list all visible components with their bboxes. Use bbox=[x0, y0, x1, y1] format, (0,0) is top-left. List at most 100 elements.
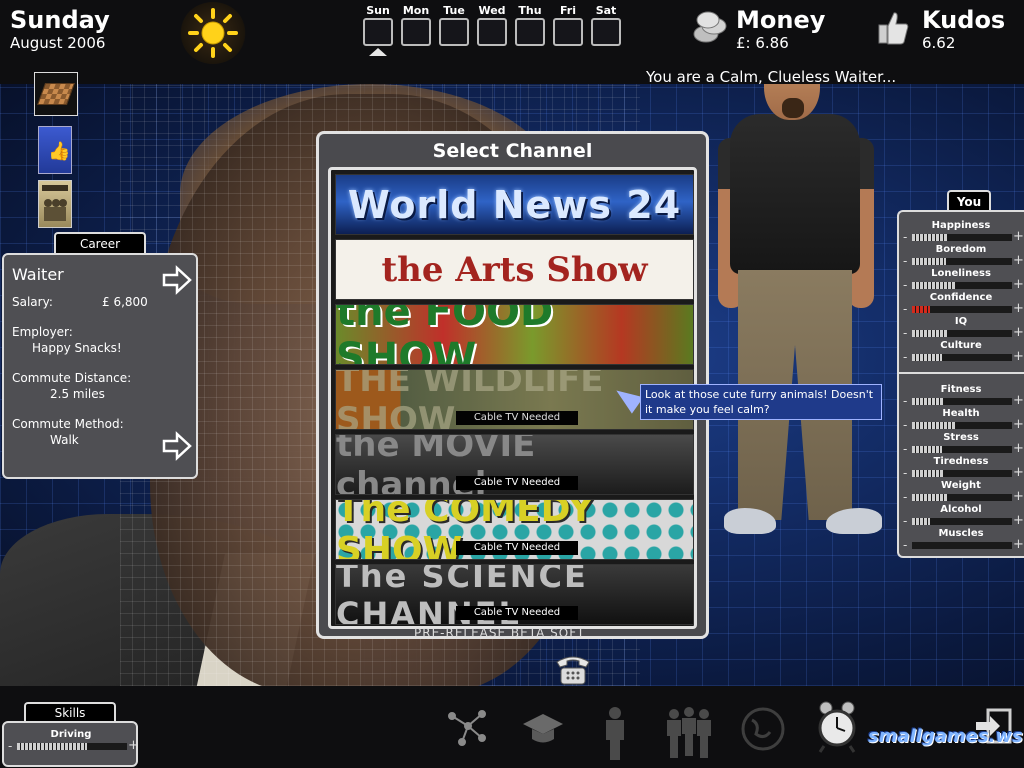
channel-world-news-24[interactable]: World News 24 bbox=[335, 174, 694, 235]
network-icon[interactable] bbox=[446, 706, 490, 750]
stat-name: Stress bbox=[943, 432, 979, 443]
graduation-cap-icon[interactable] bbox=[520, 706, 566, 750]
skill-increase-button[interactable]: + bbox=[128, 738, 139, 753]
stat-decrease-button[interactable]: - bbox=[903, 350, 907, 364]
stat-decrease-button[interactable]: - bbox=[903, 254, 907, 268]
stat-bar bbox=[912, 306, 1012, 313]
inventory-slot-book[interactable] bbox=[38, 180, 72, 228]
stat-decrease-button[interactable]: - bbox=[903, 442, 907, 456]
stat-increase-button[interactable]: + bbox=[1013, 325, 1024, 340]
stat-increase-button[interactable]: + bbox=[1013, 417, 1024, 432]
channel-comedy-show[interactable]: The COMEDY SHOW Cable TV Needed bbox=[335, 499, 694, 560]
stat-increase-button[interactable]: + bbox=[1013, 393, 1024, 408]
stat-bar-fill bbox=[912, 470, 944, 477]
book-band-icon bbox=[42, 185, 68, 221]
stat-decrease-button[interactable]: - bbox=[903, 490, 907, 504]
avatar-beard bbox=[782, 98, 804, 118]
money-value: £: 6.86 bbox=[736, 34, 789, 52]
stat-decrease-button[interactable]: - bbox=[903, 302, 907, 316]
inventory-slot-chessboard[interactable] bbox=[34, 72, 78, 116]
stat-increase-button[interactable]: + bbox=[1013, 253, 1024, 268]
commute-distance-label: Commute Distance: bbox=[12, 371, 132, 385]
stat-bar-fill bbox=[912, 330, 948, 337]
stat-increase-button[interactable]: + bbox=[1013, 537, 1024, 552]
stat-increase-button[interactable]: + bbox=[1013, 465, 1024, 480]
stat-increase-button[interactable]: + bbox=[1013, 513, 1024, 528]
day-sun[interactable]: Sun bbox=[362, 4, 394, 46]
stat-name: Tiredness bbox=[933, 456, 989, 467]
day-thu[interactable]: Thu bbox=[514, 4, 546, 46]
commute-distance-value: 2.5 miles bbox=[50, 387, 105, 401]
stat-increase-button[interactable]: + bbox=[1013, 301, 1024, 316]
stat-bar-fill bbox=[912, 398, 944, 405]
day-label: Mon bbox=[402, 4, 430, 17]
next-job-arrow-icon[interactable] bbox=[162, 265, 192, 295]
salary-value: £ 6,800 bbox=[102, 295, 148, 309]
globe-icon[interactable] bbox=[740, 706, 786, 752]
book-thumbs-icon: 👍 bbox=[48, 141, 71, 162]
stat-increase-button[interactable]: + bbox=[1013, 441, 1024, 456]
character-status: You are a Calm, Clueless Waiter... bbox=[646, 68, 897, 86]
stat-decrease-button[interactable]: - bbox=[903, 326, 907, 340]
skill-decrease-button[interactable]: - bbox=[8, 739, 12, 753]
kudos-value: 6.62 bbox=[922, 34, 956, 52]
site-logo: smallgames.ws bbox=[868, 726, 1023, 747]
stat-increase-button[interactable]: + bbox=[1013, 349, 1024, 364]
stat-name: Loneliness bbox=[931, 268, 991, 279]
stat-name: Confidence bbox=[929, 292, 993, 303]
stat-decrease-button[interactable]: - bbox=[903, 466, 907, 480]
stat-name: Happiness bbox=[931, 220, 991, 231]
stat-decrease-button[interactable]: - bbox=[903, 230, 907, 244]
stat-bar bbox=[912, 398, 1012, 405]
stats-divider bbox=[899, 372, 1024, 374]
career-panel: Waiter Salary: £ 6,800 Employer: Happy S… bbox=[2, 253, 198, 479]
stat-increase-button[interactable]: + bbox=[1013, 277, 1024, 292]
stat-loneliness: Loneliness - + bbox=[903, 268, 1024, 292]
stat-muscles: Muscles - + bbox=[903, 528, 1024, 552]
inventory-slot-book[interactable]: 👍 bbox=[38, 126, 72, 174]
stat-decrease-button[interactable]: - bbox=[903, 538, 907, 552]
channel-science-channel[interactable]: The SCIENCE CHANNEL Cable TV Needed bbox=[335, 564, 694, 625]
sun-icon bbox=[188, 8, 238, 58]
alarm-clock-icon[interactable] bbox=[816, 700, 858, 754]
avatar-torso bbox=[730, 114, 860, 274]
player-avatar[interactable] bbox=[718, 44, 890, 608]
stat-bar-fill bbox=[912, 258, 946, 265]
stat-name: Health bbox=[942, 408, 980, 419]
you-tab[interactable]: You bbox=[947, 190, 991, 212]
day-wed[interactable]: Wed bbox=[476, 4, 508, 46]
channel-arts-show[interactable]: the Arts Show bbox=[335, 239, 694, 300]
stat-decrease-button[interactable]: - bbox=[903, 418, 907, 432]
date-day: Sunday bbox=[10, 6, 110, 34]
day-label: Tue bbox=[443, 4, 465, 17]
day-tue[interactable]: Tue bbox=[438, 4, 470, 46]
career-tab[interactable]: Career bbox=[54, 232, 146, 254]
stat-bar bbox=[912, 234, 1012, 241]
next-commute-arrow-icon[interactable] bbox=[162, 431, 192, 461]
stat-bar bbox=[912, 258, 1012, 265]
stat-increase-button[interactable]: + bbox=[1013, 489, 1024, 504]
day-sat[interactable]: Sat bbox=[590, 4, 622, 46]
person-icon[interactable] bbox=[600, 706, 630, 762]
channel-food-show[interactable]: the FOOD SHOW bbox=[335, 304, 694, 365]
stat-fitness: Fitness - + bbox=[903, 384, 1024, 408]
stat-alcohol: Alcohol - + bbox=[903, 504, 1024, 528]
stat-bar bbox=[912, 446, 1012, 453]
stat-decrease-button[interactable]: - bbox=[903, 278, 907, 292]
channel-movie-channel[interactable]: the MOVIE channel Cable TV Needed bbox=[335, 434, 694, 495]
stat-decrease-button[interactable]: - bbox=[903, 514, 907, 528]
day-fri[interactable]: Fri bbox=[552, 4, 584, 46]
day-mon[interactable]: Mon bbox=[400, 4, 432, 46]
skills-tab[interactable]: Skills bbox=[24, 702, 116, 722]
stat-decrease-button[interactable]: - bbox=[903, 394, 907, 408]
skill-bar bbox=[17, 743, 127, 750]
telephone-icon[interactable] bbox=[553, 652, 593, 686]
beta-watermark: PRE-RELEASE BETA SOFT bbox=[414, 626, 586, 640]
group-icon[interactable] bbox=[664, 706, 714, 762]
stat-bar bbox=[912, 494, 1012, 501]
stat-increase-button[interactable]: + bbox=[1013, 229, 1024, 244]
avatar-shoe-right bbox=[826, 508, 882, 534]
stat-tiredness: Tiredness - + bbox=[903, 456, 1024, 480]
career-title: Waiter bbox=[12, 265, 64, 284]
day-slot bbox=[553, 18, 583, 46]
